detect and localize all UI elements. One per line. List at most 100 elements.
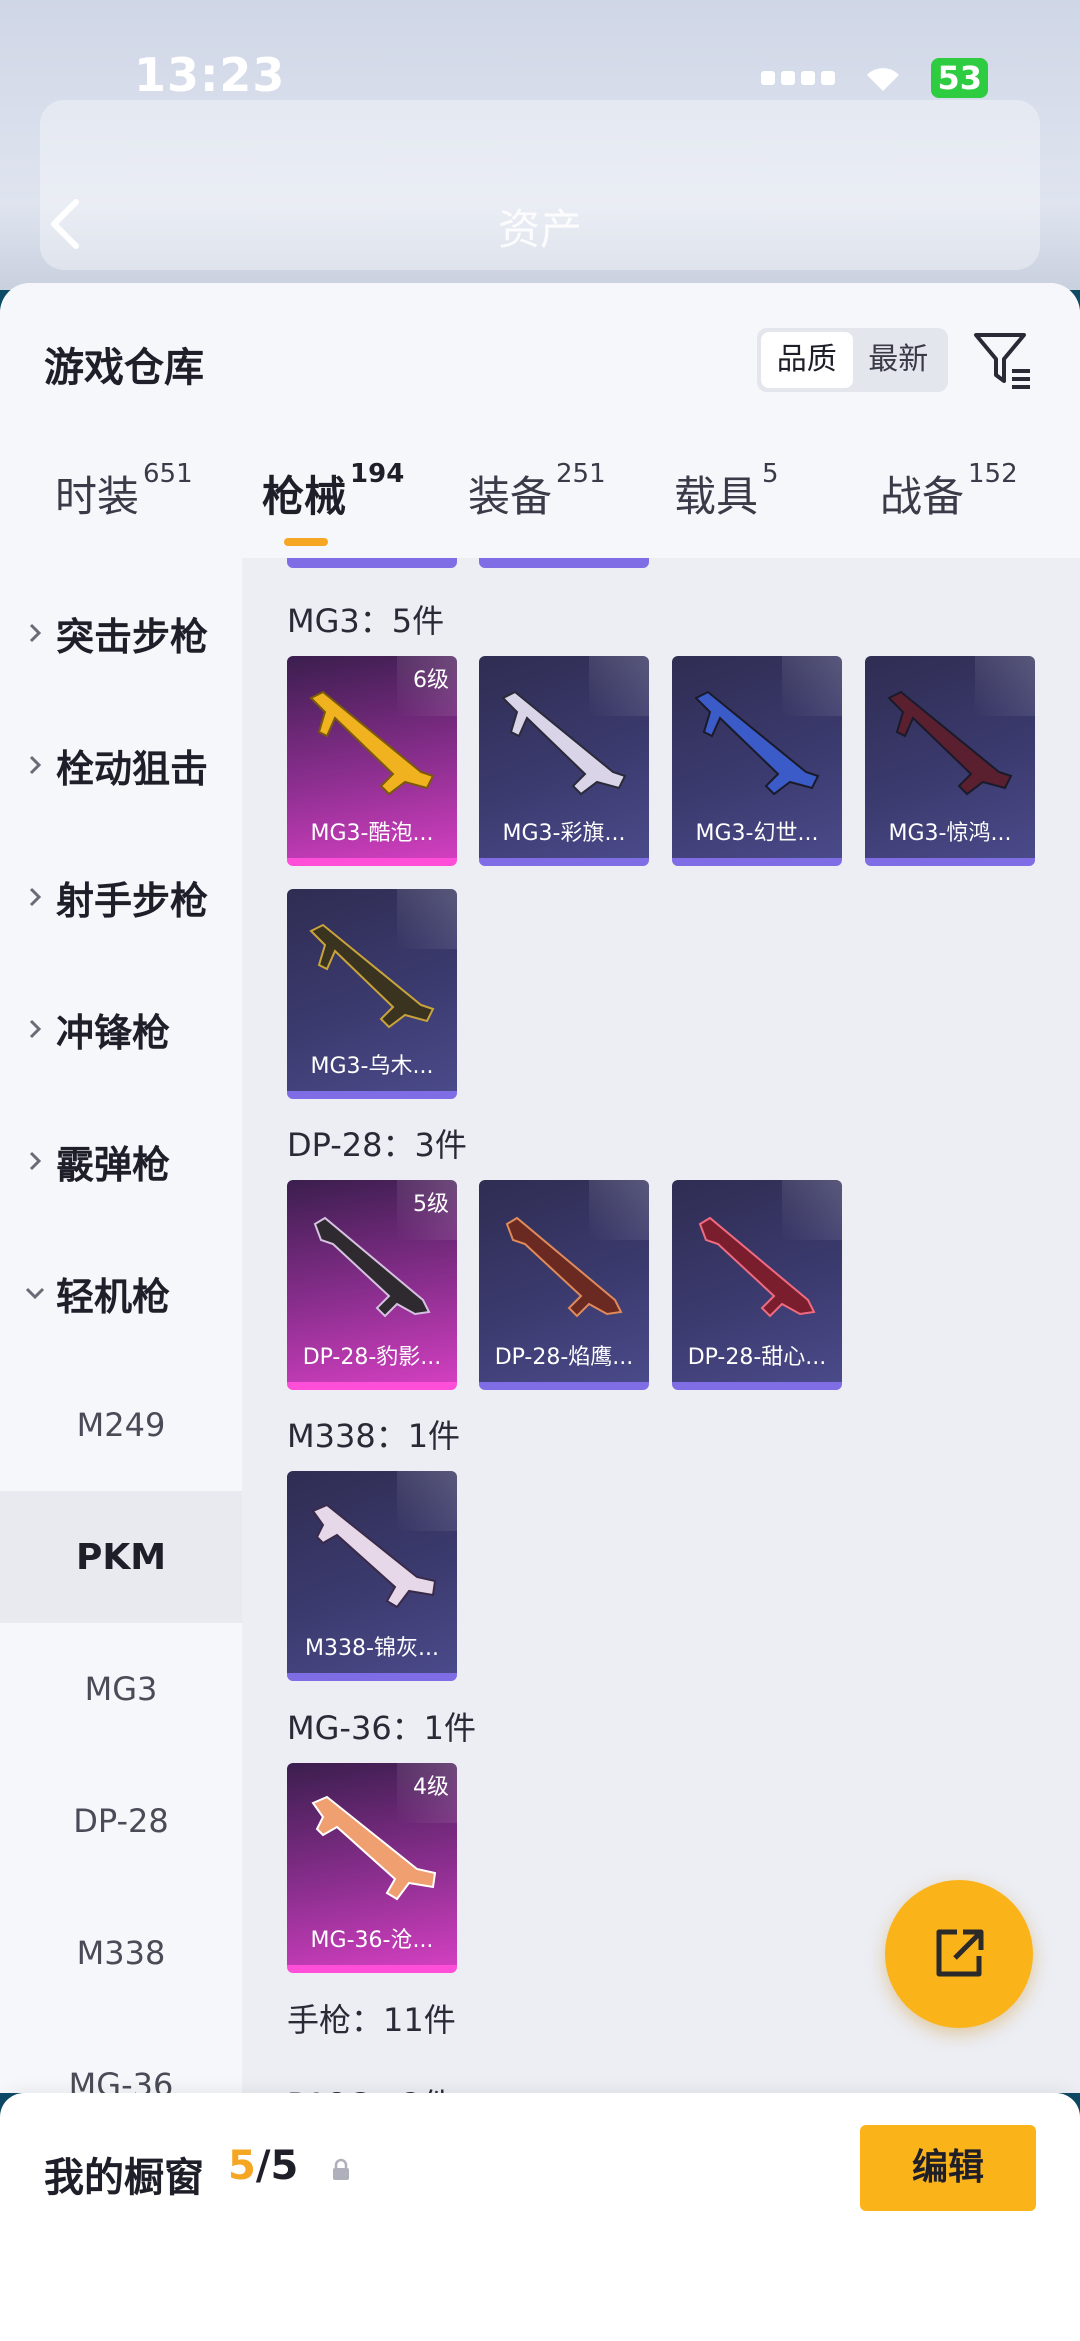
sidebar-item-label: 霰弹枪: [56, 1142, 171, 1187]
skin-name: M338-锦灰...: [305, 1636, 439, 1661]
sidebar-item-lmg[interactable]: 轻机枪: [0, 1227, 242, 1359]
tab-label: 枪械: [262, 472, 347, 521]
skin-name: MG3-彩旗...: [502, 821, 626, 846]
status-time: 13:23: [134, 48, 286, 102]
filter-icon[interactable]: [972, 329, 1034, 391]
tab-label: 时装: [55, 472, 140, 521]
skin-name: DP-28-豹影...: [302, 1345, 442, 1370]
sort-quality[interactable]: 品质: [761, 332, 853, 388]
sidebar-sub-dp28[interactable]: DP-28: [0, 1755, 242, 1887]
tab-fashion[interactable]: 时装 651: [55, 459, 193, 524]
showcase-total: /5: [255, 2143, 299, 2189]
skin-name: MG3-惊鸿...: [888, 821, 1012, 846]
skin-card[interactable]: DP-28-甜心...: [672, 1180, 842, 1390]
weapon-icon: [698, 1216, 816, 1318]
skin-card[interactable]: MG3-乌木...: [287, 889, 457, 1099]
tab-label: 战备: [880, 472, 965, 521]
skin-name: DP-28-甜心...: [687, 1345, 827, 1370]
weapon-icon: [501, 690, 627, 796]
background-header: 13:23 53 资产: [0, 0, 1080, 290]
skin-card[interactable]: MG3-惊鸿...: [865, 656, 1035, 866]
sidebar-item-label: 突击步枪: [56, 614, 209, 659]
weapon-icon: [311, 1503, 437, 1609]
level-badge: 4级: [413, 1775, 449, 1800]
sidebar-item-label: 轻机枪: [56, 1274, 171, 1319]
sidebar-sub-mg36[interactable]: MG-36: [0, 2019, 242, 2093]
skin-card[interactable]: MG3-彩旗...: [479, 656, 649, 866]
lock-icon: [333, 2158, 349, 2180]
group-label-dp28: DP-28：3件: [287, 1126, 467, 1164]
chevron-right-icon: [29, 755, 42, 775]
group-label-mg3: MG3：5件: [287, 602, 445, 640]
sidebar-item-label: 射手步枪: [56, 878, 209, 923]
tab-firearms[interactable]: 枪械 194: [262, 459, 404, 524]
weapon-icon: [309, 923, 435, 1029]
sidebar-item-dmr[interactable]: 射手步枪: [0, 831, 242, 963]
skin-name: MG3-酷泡...: [310, 821, 434, 846]
battery-indicator: 53: [931, 58, 988, 98]
sidebar-sub-m249[interactable]: M249: [0, 1359, 242, 1491]
sidebar-item-shotgun[interactable]: 霰弹枪: [0, 1095, 242, 1227]
weapon-icon: [505, 1216, 623, 1318]
tab-gear[interactable]: 战备 152: [880, 459, 1018, 524]
tab-equipment[interactable]: 装备 251: [468, 459, 606, 524]
group-label-p18c: P18C：2件: [287, 2080, 454, 2093]
skin-card[interactable]: DP-28-焰鹰...: [479, 1180, 649, 1390]
sidebar-sub-mg3[interactable]: MG3: [0, 1623, 242, 1755]
tab-label: 装备: [468, 472, 553, 521]
skin-card[interactable]: M338-锦灰...: [287, 1471, 457, 1681]
level-badge: 6级: [413, 668, 449, 693]
chevron-right-icon: [29, 887, 42, 907]
chevron-right-icon: [29, 1151, 42, 1171]
skin-name: MG3-乌木...: [310, 1054, 434, 1079]
group-label-m338: M338：1件: [287, 1417, 461, 1455]
tab-count: 194: [350, 459, 405, 489]
tab-label: 载具: [674, 472, 759, 521]
sheet-title: 游戏仓库: [44, 345, 204, 391]
background-title: 资产: [497, 205, 582, 254]
sidebar-item-label: 冲锋枪: [56, 1010, 171, 1055]
skin-card[interactable]: 5级 DP-28-豹影...: [287, 1180, 457, 1390]
showcase-bar: 我的橱窗 5/5 编辑: [0, 2093, 1080, 2341]
sidebar-item-assault-rifle[interactable]: 突击步枪: [0, 567, 242, 699]
weapon-icon: [311, 1795, 437, 1901]
tab-count: 152: [968, 459, 1018, 489]
weapon-icon: [313, 1216, 431, 1318]
weapon-sidebar: 突击步枪 栓动狙击 射手步枪 冲锋枪 霰弹枪 轻机枪 M249 PKM MG3 …: [0, 558, 242, 2093]
sidebar-sub-m338[interactable]: M338: [0, 1887, 242, 2019]
sheet-header: 游戏仓库 品质 最新 时装 651 枪械 194 装备 251 载具 5 战备 …: [0, 283, 1080, 558]
weapon-icon: [887, 690, 1013, 796]
showcase-current: 5: [228, 2143, 256, 2189]
chevron-down-icon: [25, 1287, 45, 1300]
weapon-icon: [309, 690, 435, 796]
share-button[interactable]: [885, 1880, 1033, 2028]
tab-vehicles[interactable]: 载具 5: [674, 459, 779, 524]
status-icons: 53: [761, 58, 988, 98]
weapon-grid: MG3：5件 6级 MG3-酷泡... MG3-彩旗... MG3-幻世... …: [242, 558, 1080, 2093]
warehouse-sheet: 游戏仓库 品质 最新 时装 651 枪械 194 装备 251 载具 5 战备 …: [0, 283, 1080, 2093]
skin-card[interactable]: 6级 MG3-酷泡...: [287, 656, 457, 866]
skin-name: MG3-幻世...: [695, 821, 819, 846]
category-tabs: 时装 651 枪械 194 装备 251 载具 5 战备 152: [0, 459, 1080, 558]
skin-card[interactable]: MG3-幻世...: [672, 656, 842, 866]
active-tab-indicator: [284, 538, 328, 546]
sidebar-item-smg[interactable]: 冲锋枪: [0, 963, 242, 1095]
chevron-right-icon: [29, 623, 42, 643]
showcase-count: 5/5: [228, 2143, 298, 2189]
sidebar-item-label: 栓动狙击: [56, 746, 209, 791]
group-label-pistol: 手枪：11件: [287, 2001, 456, 2039]
group-label-mg36: MG-36：1件: [287, 1709, 477, 1747]
signal-icon: [761, 71, 836, 85]
sort-toggle: 品质 最新: [757, 328, 948, 392]
sidebar-sub-pkm[interactable]: PKM: [0, 1491, 242, 1623]
card-partial: [479, 558, 649, 568]
sort-newest[interactable]: 最新: [853, 332, 945, 388]
sidebar-item-bolt-sniper[interactable]: 栓动狙击: [0, 699, 242, 831]
chevron-right-icon: [29, 1019, 42, 1039]
share-icon: [936, 1929, 984, 1977]
tab-count: 5: [762, 459, 779, 489]
skin-name: MG-36-沧...: [310, 1928, 434, 1953]
edit-button[interactable]: 编辑: [860, 2125, 1036, 2211]
skin-card[interactable]: 4级 MG-36-沧...: [287, 1763, 457, 1973]
card-partial: [287, 558, 457, 568]
